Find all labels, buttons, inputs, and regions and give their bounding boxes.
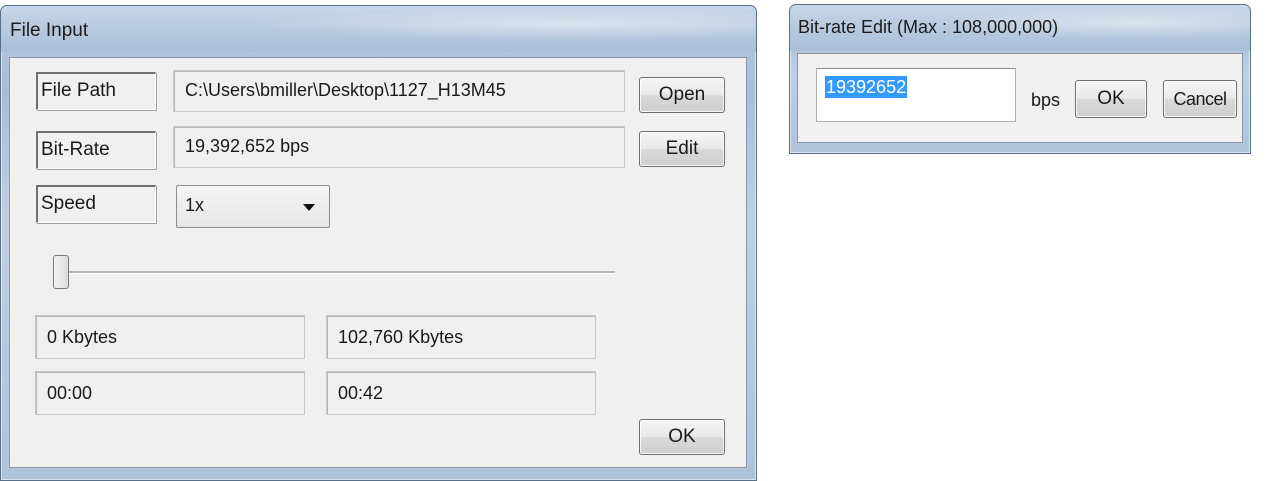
- time-end-field: 00:42: [326, 371, 596, 415]
- bitrate-edit-client-area: 19392652 bps OK Cancel: [797, 53, 1243, 143]
- bit-rate-field[interactable]: 19,392,652 bps: [173, 126, 625, 168]
- bitrate-input-value: 19392652: [825, 76, 908, 98]
- bitrate-edit-title: Bit-rate Edit (Max : 108,000,000): [798, 17, 1059, 37]
- bit-rate-label: Bit-Rate: [36, 131, 156, 169]
- ok-button[interactable]: OK: [639, 419, 725, 455]
- bitrate-edit-window: Bit-rate Edit (Max : 108,000,000) 193926…: [789, 4, 1251, 154]
- bitrate-ok-button[interactable]: OK: [1075, 80, 1147, 118]
- file-path-label: File Path: [36, 72, 156, 110]
- file-path-field[interactable]: C:\Users\bmiller\Desktop\1127_H13M45: [173, 70, 625, 112]
- speed-dropdown[interactable]: 1x: [176, 185, 330, 228]
- file-input-title: File Input: [10, 20, 89, 41]
- size-start-field: 0 Kbytes: [35, 315, 305, 359]
- dropdown-arrow-icon: [303, 204, 315, 211]
- bitrate-cancel-button[interactable]: Cancel: [1163, 80, 1237, 118]
- bitrate-input[interactable]: 19392652: [816, 68, 1016, 122]
- time-start-field: 00:00: [35, 371, 305, 415]
- file-input-titlebar[interactable]: File Input: [1, 6, 756, 52]
- edit-button[interactable]: Edit: [639, 131, 725, 167]
- file-input-window: File Input File Path C:\Users\bmiller\De…: [0, 5, 757, 481]
- speed-dropdown-value: 1x: [185, 195, 205, 215]
- open-button[interactable]: Open: [639, 77, 725, 113]
- file-input-client-area: File Path C:\Users\bmiller\Desktop\1127_…: [9, 57, 747, 468]
- size-end-field: 102,760 Kbytes: [326, 315, 596, 359]
- progress-slider-track[interactable]: [53, 271, 615, 274]
- bps-unit-label: bps: [1031, 90, 1061, 110]
- speed-label: Speed: [36, 185, 156, 223]
- bitrate-edit-titlebar[interactable]: Bit-rate Edit (Max : 108,000,000): [790, 5, 1250, 51]
- progress-slider-thumb[interactable]: [53, 255, 69, 289]
